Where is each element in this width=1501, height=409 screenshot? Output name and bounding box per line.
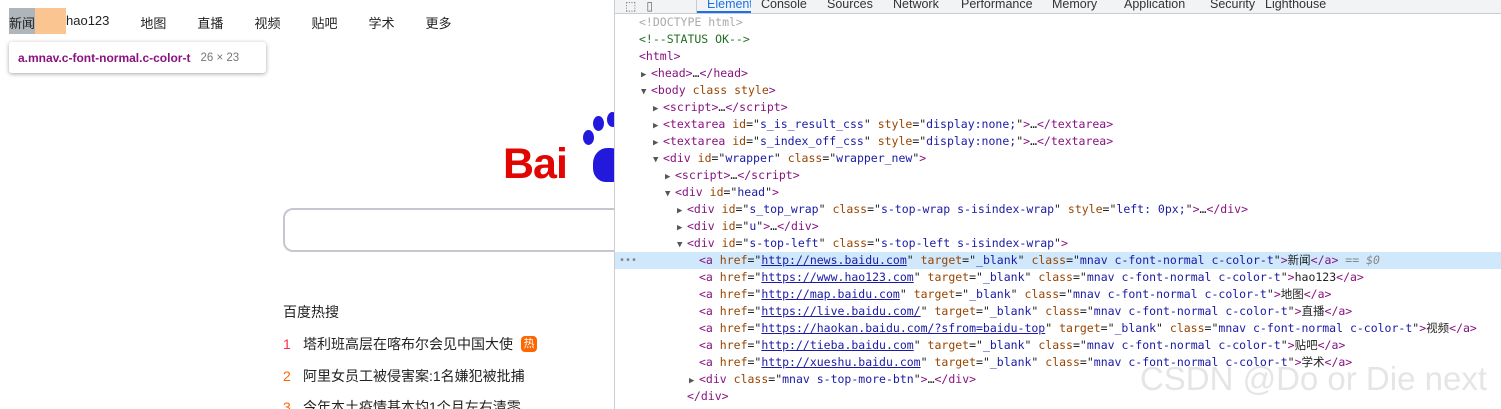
dom-node[interactable]: ▶ <textarea id="s_index_off_css" style="d… [615, 133, 1501, 150]
dom-node-markup: <a href="https://www.hao123.com" target=… [699, 270, 1364, 284]
tab-elements[interactable]: Elements [697, 0, 751, 13]
nav-hao123[interactable]: hao123 [66, 13, 109, 32]
console-ref: == $0 [1338, 253, 1380, 267]
tab-sources[interactable]: Sources [817, 0, 883, 13]
hot-item[interactable]: 1 塔利班高层在喀布尔会见中国大使 热 [283, 334, 537, 354]
dom-node[interactable]: ▼ <div id="head"> [615, 184, 1501, 201]
dom-node[interactable]: ▶ <div id="s_top_wrap" class="s-top-wrap … [615, 201, 1501, 218]
devtools-tab-bar: ⬚ ▯ ElementsConsoleSourcesNetworkPerform… [615, 0, 1501, 14]
tab-console[interactable]: Console [751, 0, 817, 13]
dom-node-markup: <div id="wrapper" class="wrapper_new"> [663, 151, 927, 165]
baidu-logo[interactable]: Bai [503, 112, 614, 192]
hot-item[interactable]: 3 今年本土疫情基本均1个月左右清零 [283, 397, 521, 409]
tooltip-size: 26 × 23 [200, 51, 240, 64]
nav-more[interactable]: 更多 [425, 13, 451, 32]
nav-map[interactable]: 地图 [140, 13, 166, 32]
devtools-tabs: ElementsConsoleSourcesNetworkPerformance… [697, 0, 1339, 13]
dom-node-markup: <a href="http://news.baidu.com" target="… [699, 253, 1339, 267]
dom-node[interactable]: ▼ <div id="wrapper" class="wrapper_new"> [615, 150, 1501, 167]
dom-node-markup: <a href="http://map.baidu.com" target="_… [699, 287, 1332, 301]
hot-badge: 热 [521, 336, 537, 352]
nav-xueshu[interactable]: 学术 [368, 13, 394, 32]
devtools-toolbar: ⬚ ▯ [615, 0, 697, 13]
dom-node[interactable]: <!DOCTYPE html> [615, 14, 1501, 31]
dom-node-markup: <div id="head"> [675, 185, 779, 199]
dom-node[interactable]: <a href="http://tieba.baidu.com" target=… [615, 337, 1501, 354]
nav-live[interactable]: 直播 [197, 13, 223, 32]
dom-node[interactable]: <!--STATUS OK--> [615, 31, 1501, 48]
paw-icon [593, 116, 604, 131]
dom-node-markup: <div id="s_top_wrap" class="s-top-wrap s… [687, 202, 1248, 216]
more-options-icon[interactable]: ••• [619, 252, 637, 269]
dom-node-markup: <div class="mnav s-top-more-btn">…</div> [699, 372, 977, 386]
hot-rank: 2 [283, 368, 291, 384]
dom-node[interactable]: <a href="https://haokan.baidu.com/?sfrom… [615, 320, 1501, 337]
dom-node[interactable]: <html> [615, 48, 1501, 65]
paw-icon [593, 148, 614, 182]
dom-node[interactable]: <a href="https://live.baidu.com/" target… [615, 303, 1501, 320]
tab-lighthouse[interactable]: Lighthouse [1255, 0, 1339, 13]
paw-icon [607, 112, 614, 127]
page-viewport: 新闻 hao123 地图 直播 视频 贴吧 学术 更多 a.mnav.c-fon… [0, 0, 614, 409]
hot-rank: 1 [283, 336, 291, 352]
tab-security[interactable]: Security [1200, 0, 1255, 13]
tooltip-selector: a.mnav.c-font-normal.c-color-t [18, 50, 191, 65]
hot-text: 今年本土疫情基本均1个月左右清零 [303, 399, 521, 409]
dom-node[interactable]: ▶ <textarea id="s_is_result_css" style="d… [615, 116, 1501, 133]
dom-node-markup: <!DOCTYPE html> [639, 15, 743, 29]
hot-text: 阿里女员工被侵害案:1名嫌犯被批捕 [303, 368, 525, 384]
dom-node[interactable]: ▶ <div id="u">…</div> [615, 218, 1501, 235]
hot-item[interactable]: 2 阿里女员工被侵害案:1名嫌犯被批捕 [283, 366, 525, 386]
dom-node-markup: <html> [639, 49, 681, 63]
dom-node-markup: <script>…</script> [663, 100, 788, 114]
dom-node[interactable]: ▶ <script>…</script> [615, 99, 1501, 116]
dom-node-markup: <script>…</script> [675, 168, 800, 182]
dom-node[interactable]: <a href="https://www.hao123.com" target=… [615, 269, 1501, 286]
dom-node-markup: <textarea id="s_index_off_css" style="di… [663, 134, 1114, 148]
nav-video[interactable]: 视频 [254, 13, 280, 32]
dom-node-markup: <textarea id="s_is_result_css" style="di… [663, 117, 1114, 131]
search-input[interactable] [283, 208, 614, 252]
dom-node-markup: <div id="s-top-left" class="s-top-left s… [687, 236, 1068, 250]
nav-news[interactable]: 新闻 [9, 13, 35, 32]
dom-node-markup: <head>…</head> [651, 66, 748, 80]
dom-node-markup: <div id="u">…</div> [687, 219, 819, 233]
dom-node-markup: <body class style> [651, 83, 776, 97]
tab-application[interactable]: Application [1114, 0, 1200, 13]
dom-node[interactable]: ▼ <div id="s-top-left" class="s-top-left … [615, 235, 1501, 252]
dom-node-selected[interactable]: <a href="http://news.baidu.com" target="… [615, 252, 1501, 269]
dom-node[interactable]: ▼ <body class style> [615, 82, 1501, 99]
paw-icon [583, 130, 594, 145]
top-nav: 新闻 hao123 地图 直播 视频 贴吧 学术 更多 [9, 13, 452, 32]
dom-node[interactable]: ▶ <head>…</head> [615, 65, 1501, 82]
dom-node-markup: </div> [687, 389, 729, 403]
dom-node-markup: <a href="https://live.baidu.com/" target… [699, 304, 1353, 318]
logo-text: Bai [503, 140, 568, 188]
inspect-tooltip: a.mnav.c-font-normal.c-color-t 26 × 23 [9, 42, 266, 73]
dom-node-markup: <a href="http://tieba.baidu.com" target=… [699, 338, 1346, 352]
dom-node-markup: <a href="https://haokan.baidu.com/?sfrom… [699, 321, 1477, 335]
tab-network[interactable]: Network [883, 0, 951, 13]
hot-rank: 3 [283, 399, 291, 409]
hot-text: 塔利班高层在喀布尔会见中国大使 [303, 336, 513, 352]
watermark: CSDN @Do or Die next [1139, 360, 1487, 397]
elements-tree: <!DOCTYPE html> <!--STATUS OK--> <html> ▶… [615, 14, 1501, 409]
inspect-cursor-icon[interactable]: ⬚ [625, 0, 636, 13]
tab-performance[interactable]: Performance [951, 0, 1042, 13]
dom-node[interactable]: <a href="http://map.baidu.com" target="_… [615, 286, 1501, 303]
tab-memory[interactable]: Memory [1042, 0, 1114, 13]
nav-tieba[interactable]: 贴吧 [311, 13, 337, 32]
devtools-panel: ⬚ ▯ ElementsConsoleSourcesNetworkPerform… [614, 0, 1501, 409]
device-toggle-icon[interactable]: ▯ [646, 0, 653, 13]
dom-node[interactable]: ▶ <script>…</script> [615, 167, 1501, 184]
hot-search-title: 百度热搜 [283, 304, 339, 320]
dom-node-markup: <!--STATUS OK--> [639, 32, 750, 46]
